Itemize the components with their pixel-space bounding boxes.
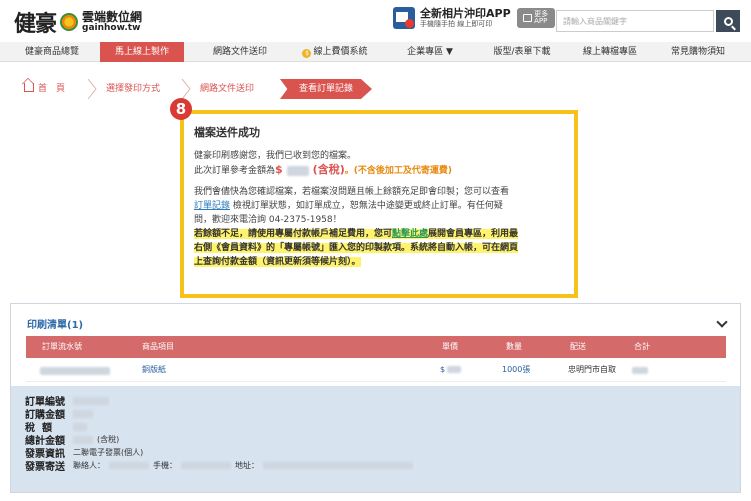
- breadcrumb-step-file-upload[interactable]: 網路文件送印: [200, 79, 254, 99]
- purchase-amount-row: 訂購金額: [25, 407, 726, 421]
- col-unit-price: 單價: [442, 342, 458, 351]
- chevron-down-icon[interactable]: [716, 316, 728, 328]
- breadcrumb-home[interactable]: 首 頁: [24, 79, 65, 99]
- print-list-title: 印刷清單(1): [27, 320, 84, 331]
- shopping-bag-icon: [523, 14, 533, 22]
- nav-template-download[interactable]: 版型/表單下載: [480, 42, 564, 62]
- search-input[interactable]: 請輸入商品關鍵字: [556, 10, 714, 32]
- app-promo[interactable]: 全新相片沖印APP 手機隨手拍 線上即可印 更多 APP: [393, 7, 555, 29]
- payment-notice-line2: 右側《會員資料》的「專屬帳號」匯入您的印製款項。系統將自動入帳，可在網頁: [194, 243, 519, 253]
- success-title: 檔案送件成功: [194, 126, 260, 139]
- more-app-button[interactable]: 更多 APP: [516, 8, 555, 28]
- amount-redacted: [286, 165, 309, 176]
- nav-enterprise[interactable]: 企業專區 ▼: [388, 42, 472, 62]
- breadcrumb-separator: [180, 79, 192, 99]
- breadcrumb-separator: [86, 79, 98, 99]
- col-product-item: 商品項目: [142, 342, 174, 351]
- order-detail-box: 訂單編號 訂購金額 稅額 總計金額 (含稅) 發票資訊 二聯電子發票(個人) 發…: [11, 386, 740, 492]
- upload-success-panel: 檔案送件成功 健豪印刷感謝您，我們已收到您的檔案。 此次訂單參考金額為$ (含稅)…: [180, 110, 578, 298]
- table-row[interactable]: 銅版紙 $ 1000張 忠明門市自取: [26, 358, 726, 382]
- reference-amount-line: 此次訂單參考金額為$ (含稅)。(不含後加工及代寄運費): [194, 163, 452, 176]
- confirm-text-line1: 我們會儘快為您確認檔案，若檔案沒問題且帳上餘額充足即會印製；您可以查看: [194, 187, 510, 197]
- breadcrumb-step-print-method[interactable]: 選擇發印方式: [106, 79, 160, 99]
- payment-notice-line1: 若餘額不足，請使用專屬付款帳戶補足費用，您可點擊此處展開會員專區，利用最: [194, 229, 519, 239]
- nav-file-upload[interactable]: 網路文件送印: [198, 42, 282, 62]
- contact-phone-line: 問，歡迎來電洽詢 04-2375-1958！: [194, 215, 342, 225]
- order-record-link[interactable]: 訂單記錄: [194, 201, 230, 211]
- promo-subtitle: 手機隨手拍 線上即可印: [420, 20, 493, 29]
- thanks-text: 健豪印刷感謝您，我們已收到您的檔案。: [194, 151, 357, 161]
- home-icon: [24, 83, 34, 92]
- photo-app-icon: [393, 7, 415, 29]
- main-nav: 健豪商品總覽 馬上線上製作 網路文件送印 $ 線上費價系統 企業專區 ▼ 版型/表…: [0, 42, 751, 62]
- print-list-panel: 印刷清單(1) 訂單流水號 商品項目 單價 數量 配送 合計 銅版紙 $ 100…: [10, 303, 741, 493]
- logo-domain: gainhow.tw: [82, 22, 141, 33]
- member-area-link[interactable]: 點擊此處: [392, 229, 428, 239]
- row-quantity: 1000張: [502, 365, 531, 374]
- print-list-header: 訂單流水號 商品項目 單價 數量 配送 合計: [26, 336, 726, 358]
- nav-product-overview[interactable]: 健豪商品總覽: [10, 42, 94, 62]
- nav-shopping-faq[interactable]: 常見購物須知: [656, 42, 740, 62]
- site-header: 健豪 雲端數位網 gainhow.tw 全新相片沖印APP 手機隨手拍 線上即可…: [0, 0, 751, 42]
- logo-flower-icon: [60, 13, 79, 31]
- nav-online-make[interactable]: 馬上線上製作: [100, 42, 184, 62]
- total-amount-row: 總計金額 (含稅): [25, 435, 120, 447]
- search-button[interactable]: [716, 10, 740, 32]
- row-product-item: 銅版紙: [142, 365, 166, 374]
- amount-note: 。(不含後加工及代寄運費): [344, 166, 452, 176]
- breadcrumb: 首 頁 選擇發印方式 網路文件送印 查看訂單記錄: [10, 79, 741, 99]
- coin-icon: $: [302, 49, 312, 58]
- logo-chinese-name: 雲端數位網: [82, 9, 143, 24]
- col-delivery: 配送: [570, 342, 586, 351]
- row-delivery: 忠明門市自取: [568, 365, 616, 374]
- amount-symbol: $: [275, 163, 283, 176]
- site-logo[interactable]: 健豪 雲端數位網 gainhow.tw: [14, 6, 142, 38]
- breadcrumb-current-order-record: 查看訂單記錄: [280, 79, 372, 99]
- nav-online-quote[interactable]: $ 線上費價系統: [290, 42, 380, 62]
- logo-mark: 健豪: [14, 11, 57, 37]
- tax-row: 稅額: [25, 420, 726, 434]
- payment-notice-line3: 上查詢付款金額（資訊更新須等候片刻）。: [194, 257, 361, 267]
- amount-tax-label: (含稅): [312, 163, 345, 176]
- row-unit-price: $: [440, 358, 462, 382]
- nav-file-convert[interactable]: 線上轉檔專區: [568, 42, 652, 62]
- col-quantity: 數量: [506, 342, 522, 351]
- search-icon: [723, 16, 733, 26]
- row-total-redacted: [632, 367, 648, 374]
- order-number-row: 訂單編號: [25, 394, 726, 408]
- promo-title: 全新相片沖印APP: [420, 6, 511, 20]
- invoice-shipping-row: 發票寄送 聯絡人： 手機： 地址：: [25, 459, 726, 473]
- order-serial-redacted: [40, 366, 110, 375]
- col-total: 合計: [634, 342, 650, 351]
- step-number-badge: 8: [170, 98, 192, 120]
- confirm-text-line2: 訂單記錄 檢視訂單狀態，如訂單成立，恕無法中途變更或終止訂單。有任何疑: [194, 201, 503, 211]
- col-order-serial: 訂單流水號: [42, 342, 82, 351]
- invoice-info-row: 發票資訊 二聯電子發票(個人): [25, 448, 144, 460]
